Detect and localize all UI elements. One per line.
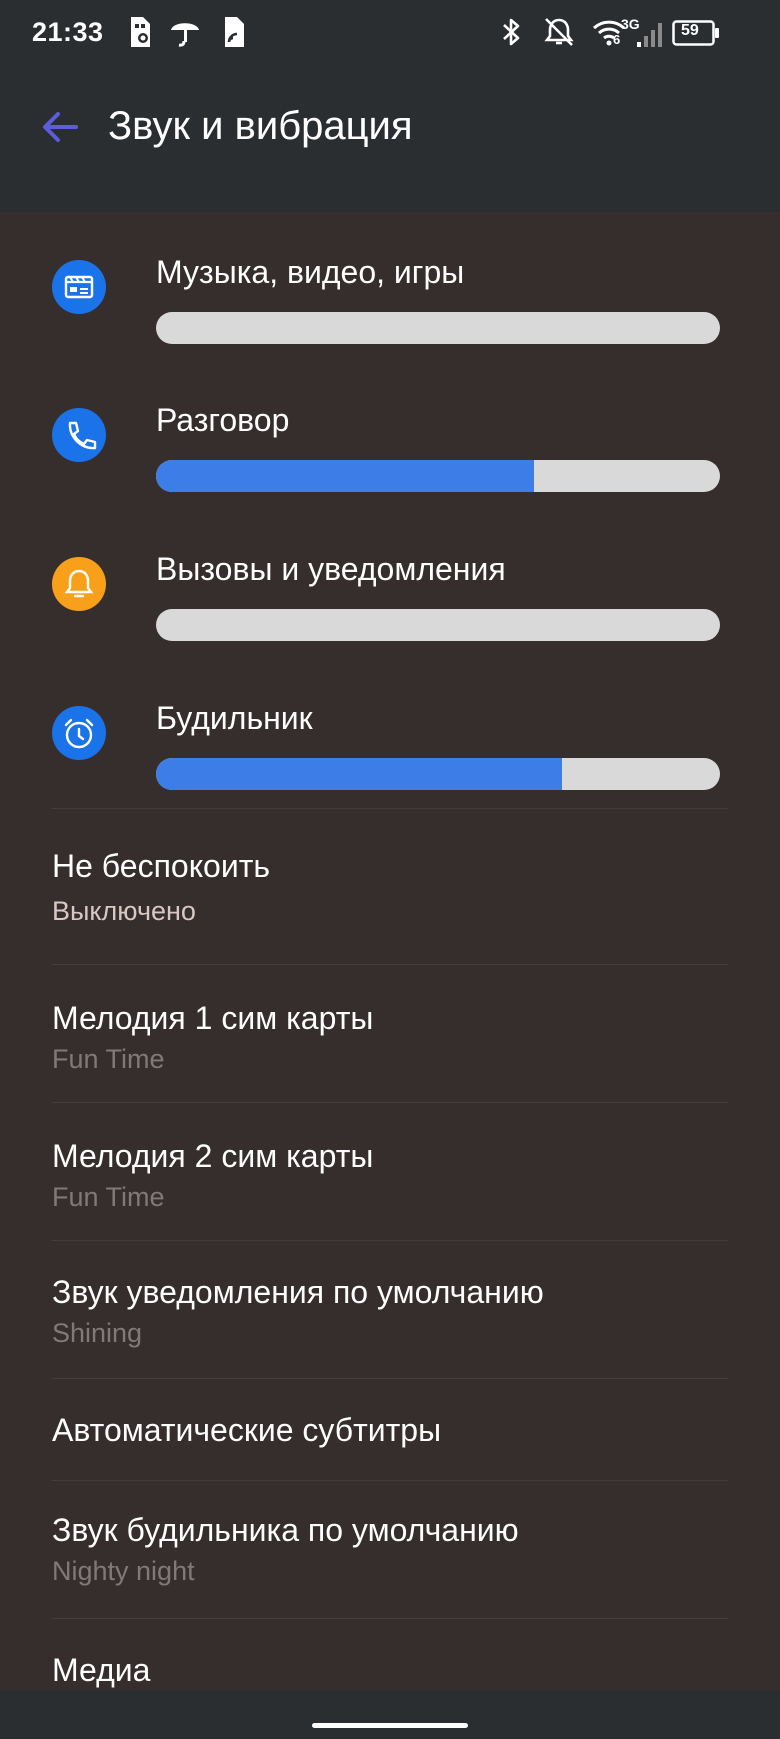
setting-subtitle: Nighty night	[52, 1556, 195, 1586]
phone-icon	[52, 408, 106, 462]
setting-auto-captions[interactable]: Автоматические субтитры	[0, 1378, 780, 1480]
volume-slider-alarm[interactable]	[156, 758, 720, 790]
sim-settings-icon	[128, 16, 152, 53]
battery-level: 59	[681, 22, 699, 39]
back-arrow-icon	[43, 112, 78, 142]
setting-title: Автоматические субтитры	[52, 1412, 442, 1448]
volume-slider-notifications[interactable]	[156, 609, 720, 641]
volume-row-call: Разговор	[0, 388, 780, 536]
setting-title: Мелодия 1 сим карты	[52, 1000, 374, 1036]
volume-label-media: Музыка, видео, игры	[156, 254, 465, 290]
setting-default-alarm-sound[interactable]: Звук будильника по умолчанию Nighty nigh…	[0, 1480, 780, 1618]
volume-slider-media[interactable]	[156, 312, 720, 344]
setting-title: Мелодия 2 сим карты	[52, 1138, 374, 1174]
setting-subtitle: Выключено	[52, 896, 196, 926]
setting-title: Звук уведомления по умолчанию	[52, 1274, 544, 1310]
setting-subtitle: Shining	[52, 1318, 143, 1348]
volume-label-alarm: Будильник	[156, 700, 313, 736]
signal-icon	[636, 20, 664, 53]
status-time: 21:33	[32, 17, 104, 47]
media-icon	[52, 260, 106, 314]
navigation-bar	[0, 1690, 780, 1739]
volume-label-notifications: Вызовы и уведомления	[156, 551, 506, 587]
setting-do-not-disturb[interactable]: Не беспокоить Выключено	[0, 808, 780, 964]
back-button[interactable]	[36, 102, 86, 152]
setting-ringtone-sim1[interactable]: Мелодия 1 сим карты Fun Time	[0, 964, 780, 1102]
volume-label-call: Разговор	[156, 402, 290, 438]
page-title: Звук и вибрация	[108, 104, 413, 148]
setting-ringtone-sim2[interactable]: Мелодия 2 сим карты Fun Time	[0, 1102, 780, 1240]
bell-icon	[52, 557, 106, 611]
bluetooth-icon	[500, 16, 524, 53]
bell-off-icon	[543, 16, 575, 53]
setting-subtitle: Fun Time	[52, 1182, 165, 1212]
volume-row-media: Музыка, видео, игры	[0, 240, 780, 388]
alarm-icon	[52, 706, 106, 760]
setting-title: Звук будильника по умолчанию	[52, 1512, 519, 1548]
setting-default-notification-sound[interactable]: Звук уведомления по умолчанию Shining	[0, 1240, 780, 1378]
volume-slider-call[interactable]	[156, 460, 720, 492]
umbrella-icon	[170, 16, 200, 53]
volume-fill-call	[156, 460, 534, 492]
sim-card-icon	[223, 16, 245, 53]
volume-fill-alarm	[156, 758, 563, 790]
signal-sub-label: 6	[613, 32, 621, 47]
setting-subtitle: Fun Time	[52, 1044, 165, 1074]
setting-title: Медиа	[52, 1652, 151, 1688]
setting-title: Не беспокоить	[52, 848, 271, 884]
status-bar: 21:33 3G 6 59	[0, 0, 780, 66]
volume-row-notifications: Вызовы и уведомления	[0, 537, 780, 685]
home-indicator[interactable]	[312, 1723, 468, 1728]
setting-media[interactable]: Медиа	[0, 1618, 780, 1690]
